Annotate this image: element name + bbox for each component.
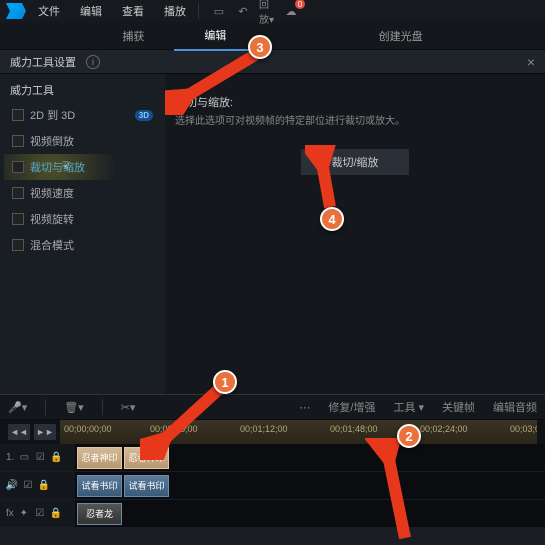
fx-icon: ✦	[18, 508, 30, 520]
tool-speed[interactable]: 视频速度	[4, 180, 161, 206]
tool-rotate[interactable]: 视频旋转	[4, 206, 161, 232]
main-area: 威力工具 2D 到 3D 3D 视频倒放 裁切与缩放 ☟ 视频速度 视频旋转 混…	[0, 74, 545, 394]
checkbox-icon[interactable]	[12, 187, 24, 199]
timeline-ruler[interactable]: 00;00;00;00 00;00;36;00 00;01;12;00 00;0…	[60, 420, 537, 444]
separator	[198, 3, 199, 19]
tool-label: 视频速度	[30, 185, 74, 201]
undo-icon[interactable]: ↶	[235, 3, 251, 19]
checkbox-icon[interactable]	[12, 213, 24, 225]
tool-label: 视频倒放	[30, 133, 74, 149]
track-row: 1. ▭ ☑ 🔒 忍者神印 忍者神印	[0, 444, 545, 472]
track-header[interactable]: 🔊 ☑ 🔒	[0, 472, 75, 499]
sidebar-title: 威力工具	[4, 78, 161, 102]
track-row: 🔊 ☑ 🔒 试看书印 试看书印	[0, 472, 545, 500]
crop-zoom-button[interactable]: 裁切/缩放	[301, 149, 408, 175]
tool-label: 2D 到 3D	[30, 107, 75, 123]
tool-crop-zoom[interactable]: 裁切与缩放 ☟	[4, 154, 161, 180]
ruler-mark: 00;00;00;00	[64, 424, 112, 434]
info-icon[interactable]: i	[86, 55, 100, 69]
trash-icon[interactable]: 🗑▾	[64, 401, 84, 414]
separator	[45, 399, 46, 415]
tool-label: 视频旋转	[30, 211, 74, 227]
content-description: 选择此选项可对视频帧的特定部位进行裁切或放大。	[175, 114, 535, 129]
transport-bar: ◄◄ ►► 00;00;00;00 00;00;36;00 00;01;12;0…	[0, 420, 545, 444]
checkbox-icon[interactable]	[12, 135, 24, 147]
toolbar-edit-audio[interactable]: 编辑音频	[493, 399, 537, 415]
panel-title: 威力工具设置	[10, 54, 76, 70]
ruler-mark: 00;00;36;00	[150, 424, 198, 434]
dropdown-icon[interactable]: 回放▾	[259, 3, 275, 19]
track-header[interactable]: fx ✦ ☑ 🔒	[0, 500, 75, 527]
tools-sidebar: 威力工具 2D 到 3D 3D 视频倒放 裁切与缩放 ☟ 视频速度 视频旋转 混…	[0, 74, 165, 394]
audio-clip[interactable]: 试看书印	[77, 475, 122, 497]
window-icon[interactable]: ▭	[211, 3, 227, 19]
checkbox-icon[interactable]: ☑	[34, 508, 46, 520]
checkbox-icon[interactable]: ☑	[22, 480, 34, 492]
checkbox-icon[interactable]: ☑	[34, 452, 46, 464]
tab-create-disc[interactable]: 创建光盘	[349, 22, 453, 50]
track-row: fx ✦ ☑ 🔒 忍者龙	[0, 500, 545, 528]
next-icon[interactable]: ►►	[34, 424, 56, 440]
tool-2d-3d[interactable]: 2D 到 3D 3D	[4, 102, 161, 128]
ruler-mark: 00;01;12;00	[240, 424, 288, 434]
tab-edit[interactable]: 编辑	[174, 21, 256, 51]
content-title: 裁切与缩放:	[175, 94, 535, 110]
cut-icon[interactable]: ✂▾	[121, 401, 136, 414]
top-icon-group: ▭ ↶ 回放▾ ☁	[211, 3, 299, 19]
content-panel: 裁切与缩放: 选择此选项可对视频帧的特定部位进行裁切或放大。 裁切/缩放	[165, 74, 545, 394]
track-content[interactable]: 忍者龙	[75, 500, 545, 527]
lock-icon[interactable]: 🔒	[38, 480, 50, 492]
audio-clip[interactable]: 试看书印	[124, 475, 169, 497]
toolbar-keyframe[interactable]: 关键帧	[442, 399, 475, 415]
tool-label: 混合模式	[30, 237, 74, 253]
ruler-mark: 00;01;48;00	[330, 424, 378, 434]
3d-badge: 3D	[135, 110, 153, 121]
track-fx-label: fx	[6, 508, 14, 519]
lock-icon[interactable]: 🔒	[50, 452, 62, 464]
tool-label: 裁切与缩放	[30, 159, 85, 175]
tool-blend[interactable]: 混合模式	[4, 232, 161, 258]
panel-header: 威力工具设置 i ×	[0, 50, 545, 74]
tool-reverse[interactable]: 视频倒放	[4, 128, 161, 154]
timeline-toolbar: 🎤▾ 🗑▾ ✂▾ ⋯ 修复/增强 工具 ▾ 关键帧 编辑音频	[0, 394, 545, 420]
audio-track-icon: 🔊	[6, 480, 18, 492]
app-logo-icon	[6, 3, 26, 19]
fx-clip[interactable]: 忍者龙	[77, 503, 122, 525]
track-number: 1.	[6, 452, 14, 463]
checkbox-icon[interactable]	[12, 239, 24, 251]
checkbox-icon[interactable]	[12, 109, 24, 121]
menu-play[interactable]: 播放	[156, 1, 194, 21]
video-track-icon: ▭	[18, 452, 30, 464]
mode-tabs: 捕获 编辑 创建光盘	[0, 22, 545, 50]
top-menu-bar: 文件 编辑 查看 播放 ▭ ↶ 回放▾ ☁	[0, 0, 545, 22]
checkbox-icon[interactable]	[12, 161, 24, 173]
menu-view[interactable]: 查看	[114, 1, 152, 21]
toolbar-tools[interactable]: 工具 ▾	[393, 399, 424, 415]
track-header[interactable]: 1. ▭ ☑ 🔒	[0, 444, 75, 471]
toolbar-fix[interactable]: 修复/增强	[328, 399, 375, 415]
lock-icon[interactable]: 🔒	[50, 508, 62, 520]
separator	[102, 399, 103, 415]
prev-icon[interactable]: ◄◄	[8, 424, 30, 440]
track-content[interactable]: 试看书印 试看书印	[75, 472, 545, 499]
track-content[interactable]: 忍者神印 忍者神印	[75, 444, 545, 471]
timeline-tracks: 1. ▭ ☑ 🔒 忍者神印 忍者神印 🔊 ☑ 🔒 试看书印 试看书印 fx ✦ …	[0, 444, 545, 528]
video-clip[interactable]: 忍者神印	[77, 447, 122, 469]
ruler-mark: 00;03;00;00	[510, 424, 537, 434]
mic-icon[interactable]: 🎤▾	[8, 401, 27, 414]
cursor-icon: ☟	[62, 159, 76, 173]
video-clip[interactable]: 忍者神印	[124, 447, 169, 469]
close-icon[interactable]: ×	[527, 54, 535, 70]
menu-file[interactable]: 文件	[30, 1, 68, 21]
more-icon[interactable]: ⋯	[299, 401, 310, 414]
tab-capture[interactable]: 捕获	[92, 22, 174, 50]
cloud-icon[interactable]: ☁	[283, 3, 299, 19]
ruler-mark: 00;02;24;00	[420, 424, 468, 434]
menu-edit[interactable]: 编辑	[72, 1, 110, 21]
